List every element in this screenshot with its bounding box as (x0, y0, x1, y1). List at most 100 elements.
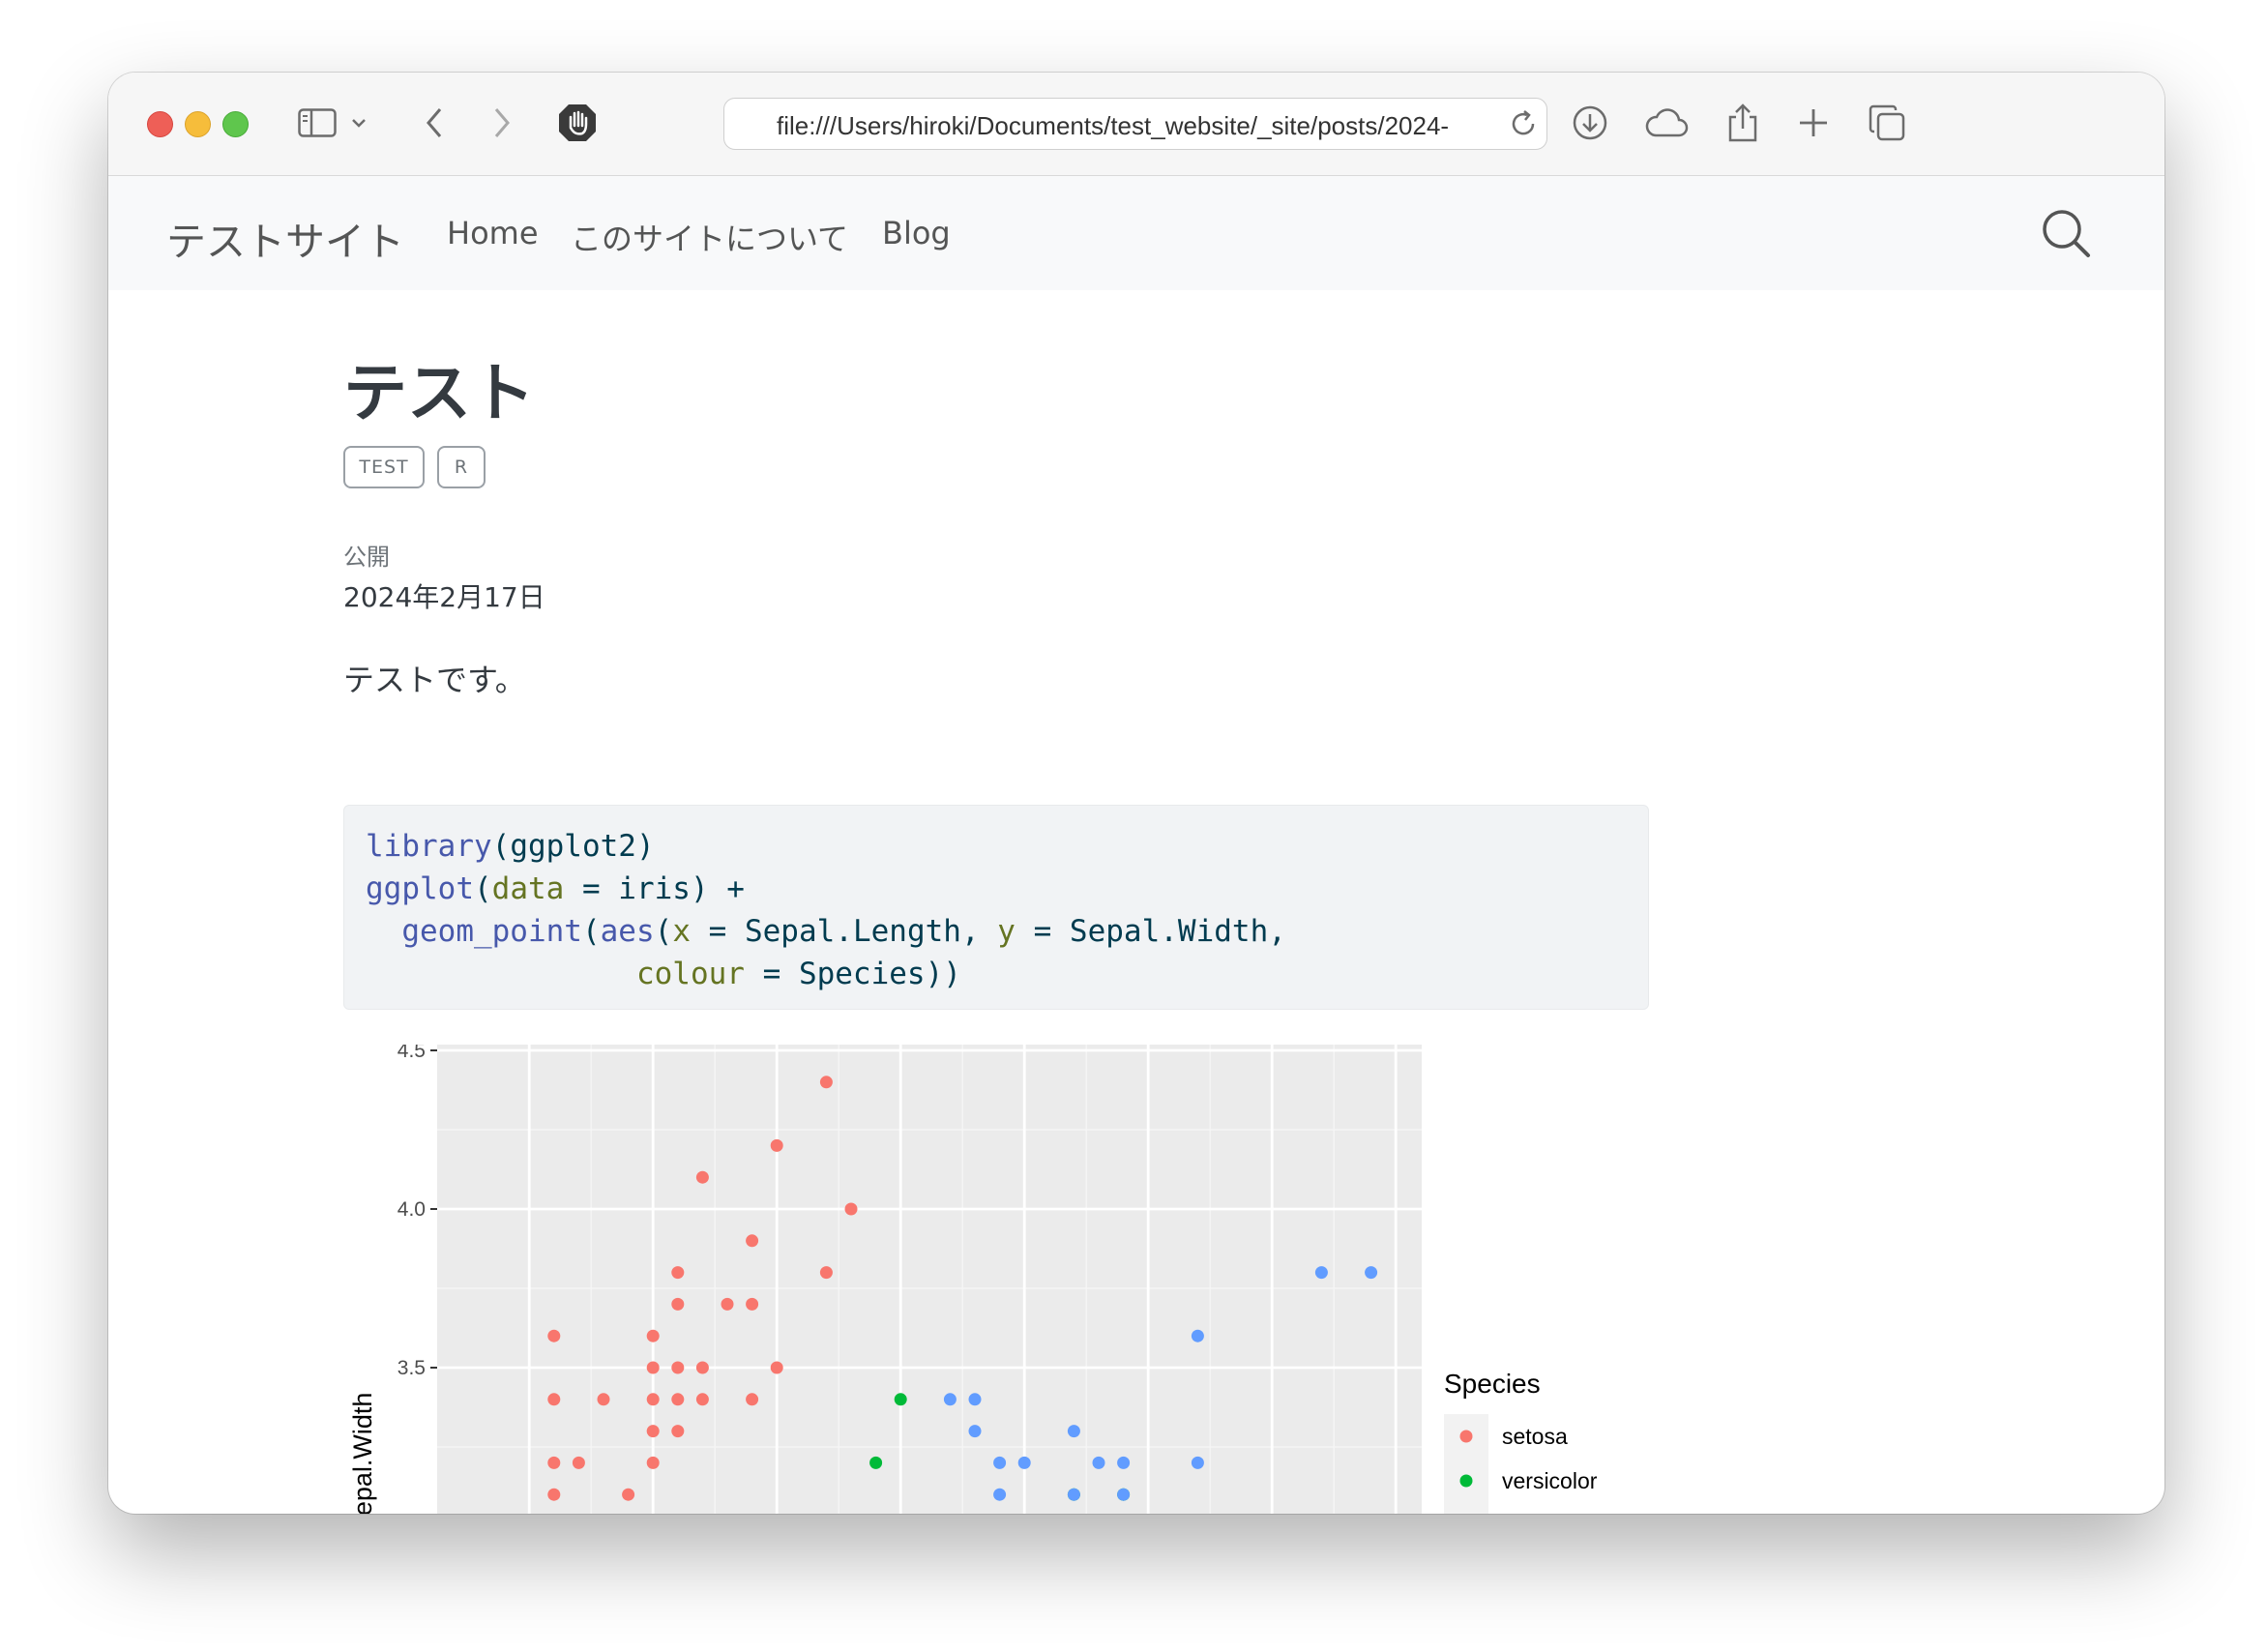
code-token: = Sepal.Width, (1015, 914, 1286, 949)
sidebar-toggle-icon[interactable] (292, 98, 342, 148)
data-point-setosa (819, 1076, 833, 1089)
data-point-versicolor (894, 1393, 907, 1406)
data-point-virginica (943, 1393, 957, 1406)
nav-link-blog[interactable]: Blog (882, 215, 951, 251)
data-point-setosa (844, 1202, 858, 1216)
code-token: = iris) + (564, 871, 745, 906)
data-point-setosa (671, 1266, 685, 1280)
data-point-virginica (968, 1393, 982, 1406)
data-point-setosa (746, 1297, 759, 1311)
nav-link-about[interactable]: このサイトについて (571, 215, 848, 259)
data-point-setosa (646, 1393, 660, 1406)
code-line: colour = Species)) (366, 957, 961, 991)
data-point-setosa (819, 1266, 833, 1280)
chevron-down-icon[interactable] (344, 98, 373, 148)
code-line: library(ggplot2) (366, 829, 655, 864)
code-text: library(ggplot2) ggplot(data = iris) + g… (366, 825, 1286, 995)
y-tick-label: 4.0 (397, 1198, 426, 1221)
legend-title: Species (1444, 1369, 1541, 1399)
code-token: = Sepal.Length, (690, 914, 998, 949)
y-axis-title: Sepal.Width (348, 1393, 377, 1514)
privacy-shield-icon[interactable] (552, 98, 603, 148)
close-window-button[interactable] (147, 111, 173, 137)
data-point-setosa (746, 1393, 759, 1406)
code-line: ggplot(data = iris) + (366, 871, 745, 906)
back-arrow-icon[interactable] (409, 98, 459, 148)
code-line: geom_point(aes(x = Sepal.Length, y = Sep… (366, 914, 1286, 949)
site-navbar: テストサイト Home このサイトについて Blog (108, 176, 2164, 290)
zoom-window-button[interactable] (222, 111, 249, 137)
tab-overview-icon[interactable] (1862, 98, 1912, 148)
y-tick-label: 3.5 (397, 1357, 426, 1379)
data-point-virginica (1314, 1266, 1328, 1280)
code-token: library (366, 829, 492, 864)
data-point-setosa (622, 1488, 635, 1501)
legend-key-point (1459, 1474, 1473, 1488)
data-point-virginica (1191, 1456, 1204, 1469)
browser-window: file:///Users/hiroki/Documents/test_webs… (108, 73, 2164, 1514)
data-point-setosa (695, 1361, 709, 1374)
code-token: = Species)) (744, 957, 961, 991)
data-point-setosa (770, 1361, 783, 1374)
data-point-virginica (1017, 1456, 1031, 1469)
browser-toolbar: file:///Users/hiroki/Documents/test_webs… (108, 73, 2164, 176)
reload-icon[interactable] (1508, 108, 1539, 139)
data-point-virginica (968, 1425, 982, 1438)
data-point-virginica (1191, 1329, 1204, 1342)
data-point-setosa (671, 1425, 685, 1438)
legend-label-versicolor: versicolor (1502, 1468, 1598, 1493)
category-tag-test[interactable]: TEST (343, 446, 425, 488)
code-token: y (997, 914, 1016, 949)
scatter-plot: 3.03.54.04.5Sepal.WidthSpeciessetosavers… (343, 1040, 1601, 1514)
address-bar[interactable]: file:///Users/hiroki/Documents/test_webs… (723, 98, 1547, 150)
nav-link-home[interactable]: Home (447, 215, 539, 251)
legend-key (1444, 1503, 1488, 1514)
published-label: 公開 (343, 544, 390, 571)
category-tag-r[interactable]: R (437, 446, 486, 488)
data-point-setosa (646, 1361, 660, 1374)
code-token: x (672, 914, 691, 949)
legend-label-virginica: virginica (1502, 1513, 1584, 1514)
code-block: library(ggplot2) ggplot(data = iris) + g… (343, 805, 1649, 1010)
forward-arrow-icon[interactable] (477, 98, 527, 148)
legend-key-point (1459, 1430, 1473, 1443)
data-point-setosa (646, 1425, 660, 1438)
data-point-virginica (993, 1456, 1007, 1469)
code-token: ( (654, 914, 673, 949)
code-token: (ggplot2) (491, 829, 655, 864)
data-point-setosa (547, 1488, 561, 1501)
code-token: aes (600, 914, 655, 949)
icloud-icon[interactable] (1641, 98, 1692, 148)
code-token: geom_point (401, 914, 582, 949)
download-icon[interactable] (1565, 98, 1615, 148)
data-point-setosa (547, 1329, 561, 1342)
data-point-virginica (1067, 1425, 1080, 1438)
data-point-setosa (646, 1456, 660, 1469)
data-point-virginica (1067, 1488, 1080, 1501)
data-point-setosa (671, 1297, 685, 1311)
data-point-virginica (993, 1488, 1007, 1501)
data-point-setosa (671, 1393, 685, 1406)
data-point-virginica (1092, 1456, 1105, 1469)
code-token: colour (635, 957, 745, 991)
code-token: ggplot (366, 871, 474, 906)
post-title: テスト (343, 356, 535, 430)
data-point-setosa (646, 1329, 660, 1342)
scatter-plot-svg: 3.03.54.04.5Sepal.WidthSpeciessetosavers… (348, 1040, 1598, 1514)
data-point-setosa (597, 1393, 610, 1406)
data-point-virginica (1117, 1488, 1131, 1501)
data-point-setosa (695, 1170, 709, 1184)
data-point-setosa (746, 1234, 759, 1248)
new-tab-plus-icon[interactable] (1788, 98, 1839, 148)
search-icon[interactable] (2040, 207, 2092, 259)
data-point-setosa (547, 1393, 561, 1406)
share-icon[interactable] (1718, 98, 1768, 148)
minimize-window-button[interactable] (185, 111, 211, 137)
data-point-virginica (1117, 1456, 1131, 1469)
y-tick-label: 4.5 (397, 1045, 426, 1062)
code-token: ( (473, 871, 492, 906)
published-date: 2024年2月17日 (343, 581, 545, 613)
site-brand[interactable]: テストサイト (166, 209, 404, 267)
